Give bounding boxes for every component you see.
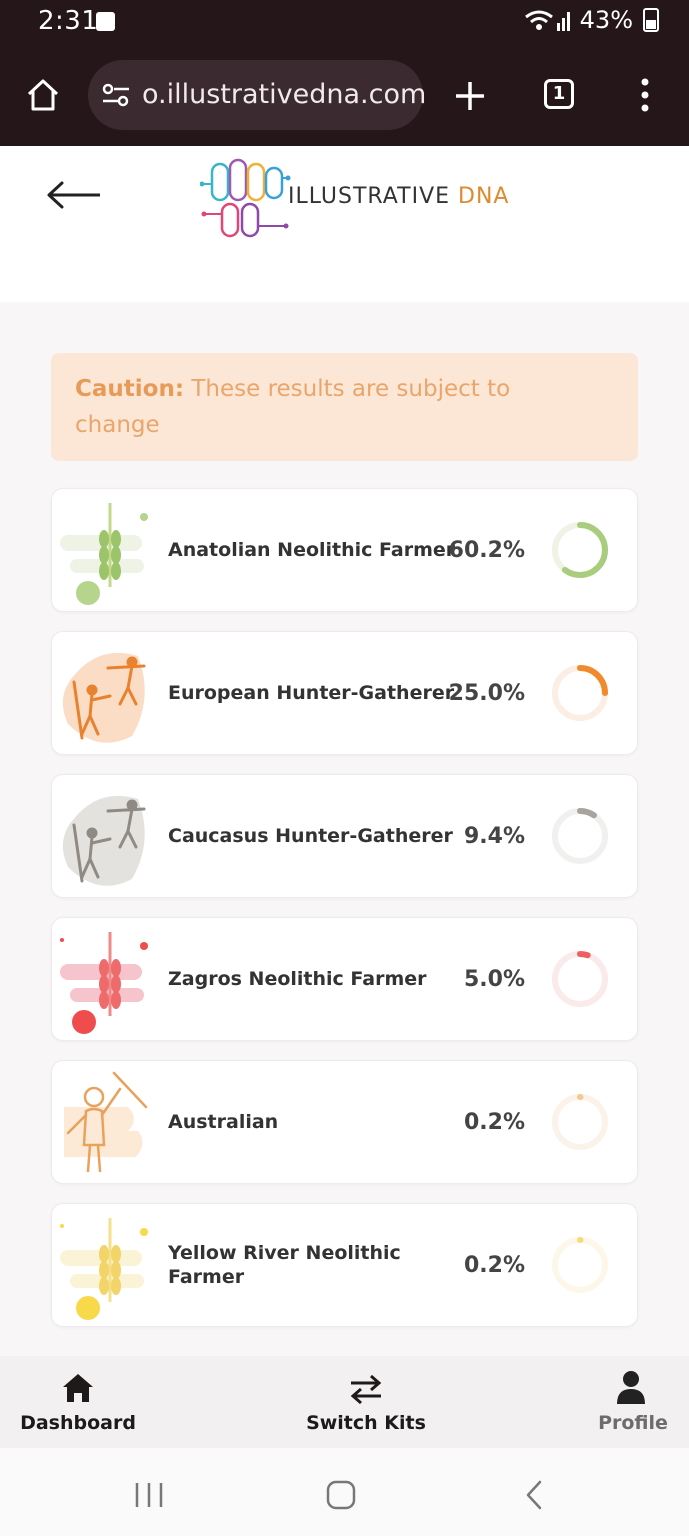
battery-percent: 43% — [579, 6, 633, 34]
population-name: Yellow River Neolithic Farmer — [168, 1242, 401, 1288]
browser-toolbar: o.illustrativedna.com 1 — [0, 48, 689, 146]
result-card[interactable]: Caucasus Hunter-Gatherer 9.4% — [51, 774, 638, 898]
home-icon[interactable] — [26, 78, 60, 112]
url-text: o.illustrativedna.com — [142, 79, 427, 110]
wheat-illustration-icon — [60, 932, 148, 1034]
person-icon — [617, 1371, 645, 1404]
nav-label-switch-kits: Switch Kits — [306, 1412, 426, 1434]
notification-check-icon — [96, 12, 115, 31]
system-navigation-bar — [0, 1448, 689, 1536]
tab-switcher-button[interactable]: 1 — [544, 79, 574, 109]
logo-wordmark: ILLUSTRATIVE DNA — [288, 184, 509, 209]
app-header: ILLUSTRATIVE DNA — [0, 146, 689, 252]
illustrative-dna-logo — [200, 158, 291, 238]
population-name: Anatolian Neolithic Farmer — [168, 539, 456, 561]
address-bar[interactable]: o.illustrativedna.com — [88, 60, 427, 130]
logo-text-main: ILLUSTRATIVE — [288, 184, 451, 209]
result-card[interactable]: Yellow River Neolithic Farmer 0.2% — [51, 1203, 638, 1327]
header-spacer — [0, 252, 689, 302]
bottom-navigation: Dashboard Switch Kits Profile — [0, 1356, 689, 1448]
percent-ring-chart — [552, 808, 608, 864]
tab-count: 1 — [552, 83, 566, 104]
system-back-icon[interactable] — [524, 1480, 544, 1510]
population-percent: 0.2% — [463, 1109, 525, 1135]
percent-ring-chart — [552, 665, 608, 721]
status-right: 43% — [524, 6, 659, 34]
caution-text: Caution: These results are subject to ch… — [75, 371, 575, 443]
wifi-icon — [524, 10, 570, 31]
nav-profile[interactable]: Profile — [560, 1356, 689, 1448]
hunter-illustration-icon — [62, 652, 146, 743]
result-card[interactable]: Australian 0.2% — [51, 1060, 638, 1184]
ring-track — [552, 808, 608, 864]
population-percent: 9.4% — [463, 823, 525, 849]
result-card[interactable]: Zagros Neolithic Farmer 5.0% — [51, 917, 638, 1041]
caution-banner: Caution: These results are subject to ch… — [51, 353, 638, 461]
new-tab-icon[interactable] — [454, 80, 486, 112]
logo-text-accent: DNA — [458, 184, 510, 209]
status-bar: 2:31 43% — [0, 0, 689, 48]
battery-icon — [643, 8, 659, 32]
population-percent: 60.2% — [448, 537, 525, 563]
population-name: Zagros Neolithic Farmer — [168, 968, 427, 990]
percent-ring-chart — [552, 951, 608, 1007]
swap-icon — [350, 1374, 382, 1404]
nav-dashboard[interactable]: Dashboard — [0, 1356, 156, 1448]
aboriginal-figure-illustration-icon — [64, 1071, 148, 1173]
back-arrow-icon[interactable] — [46, 180, 102, 210]
ring-track — [552, 1094, 608, 1150]
population-percent: 0.2% — [463, 1252, 525, 1278]
wheat-illustration-icon — [60, 1218, 148, 1320]
home-button-icon[interactable] — [326, 1480, 356, 1510]
population-percent: 5.0% — [463, 966, 525, 992]
percent-ring-chart — [552, 522, 608, 578]
nav-label-profile: Profile — [598, 1412, 668, 1434]
percent-ring-chart — [552, 1237, 608, 1293]
wheat-illustration-icon — [60, 503, 148, 605]
site-settings-icon[interactable] — [102, 82, 130, 108]
ring-track — [552, 1237, 608, 1293]
hunter-illustration-icon — [62, 795, 146, 886]
more-menu-icon[interactable] — [640, 78, 650, 112]
result-card[interactable]: Anatolian Neolithic Farmer 60.2% — [51, 488, 638, 612]
population-name: Caucasus Hunter-Gatherer — [168, 825, 453, 847]
recent-apps-icon[interactable] — [134, 1482, 164, 1508]
percent-ring-chart — [552, 1094, 608, 1150]
status-time: 2:31 — [38, 6, 99, 36]
result-card[interactable]: European Hunter-Gatherer 25.0% — [51, 631, 638, 755]
home-icon — [63, 1374, 93, 1402]
caution-label: Caution: — [75, 376, 185, 402]
nav-switch-kits[interactable]: Switch Kits — [288, 1356, 444, 1448]
population-percent: 25.0% — [448, 680, 525, 706]
population-name: European Hunter-Gatherer — [168, 682, 455, 704]
nav-label-dashboard: Dashboard — [20, 1412, 136, 1434]
ring-track — [552, 951, 608, 1007]
population-name: Australian — [168, 1111, 279, 1133]
